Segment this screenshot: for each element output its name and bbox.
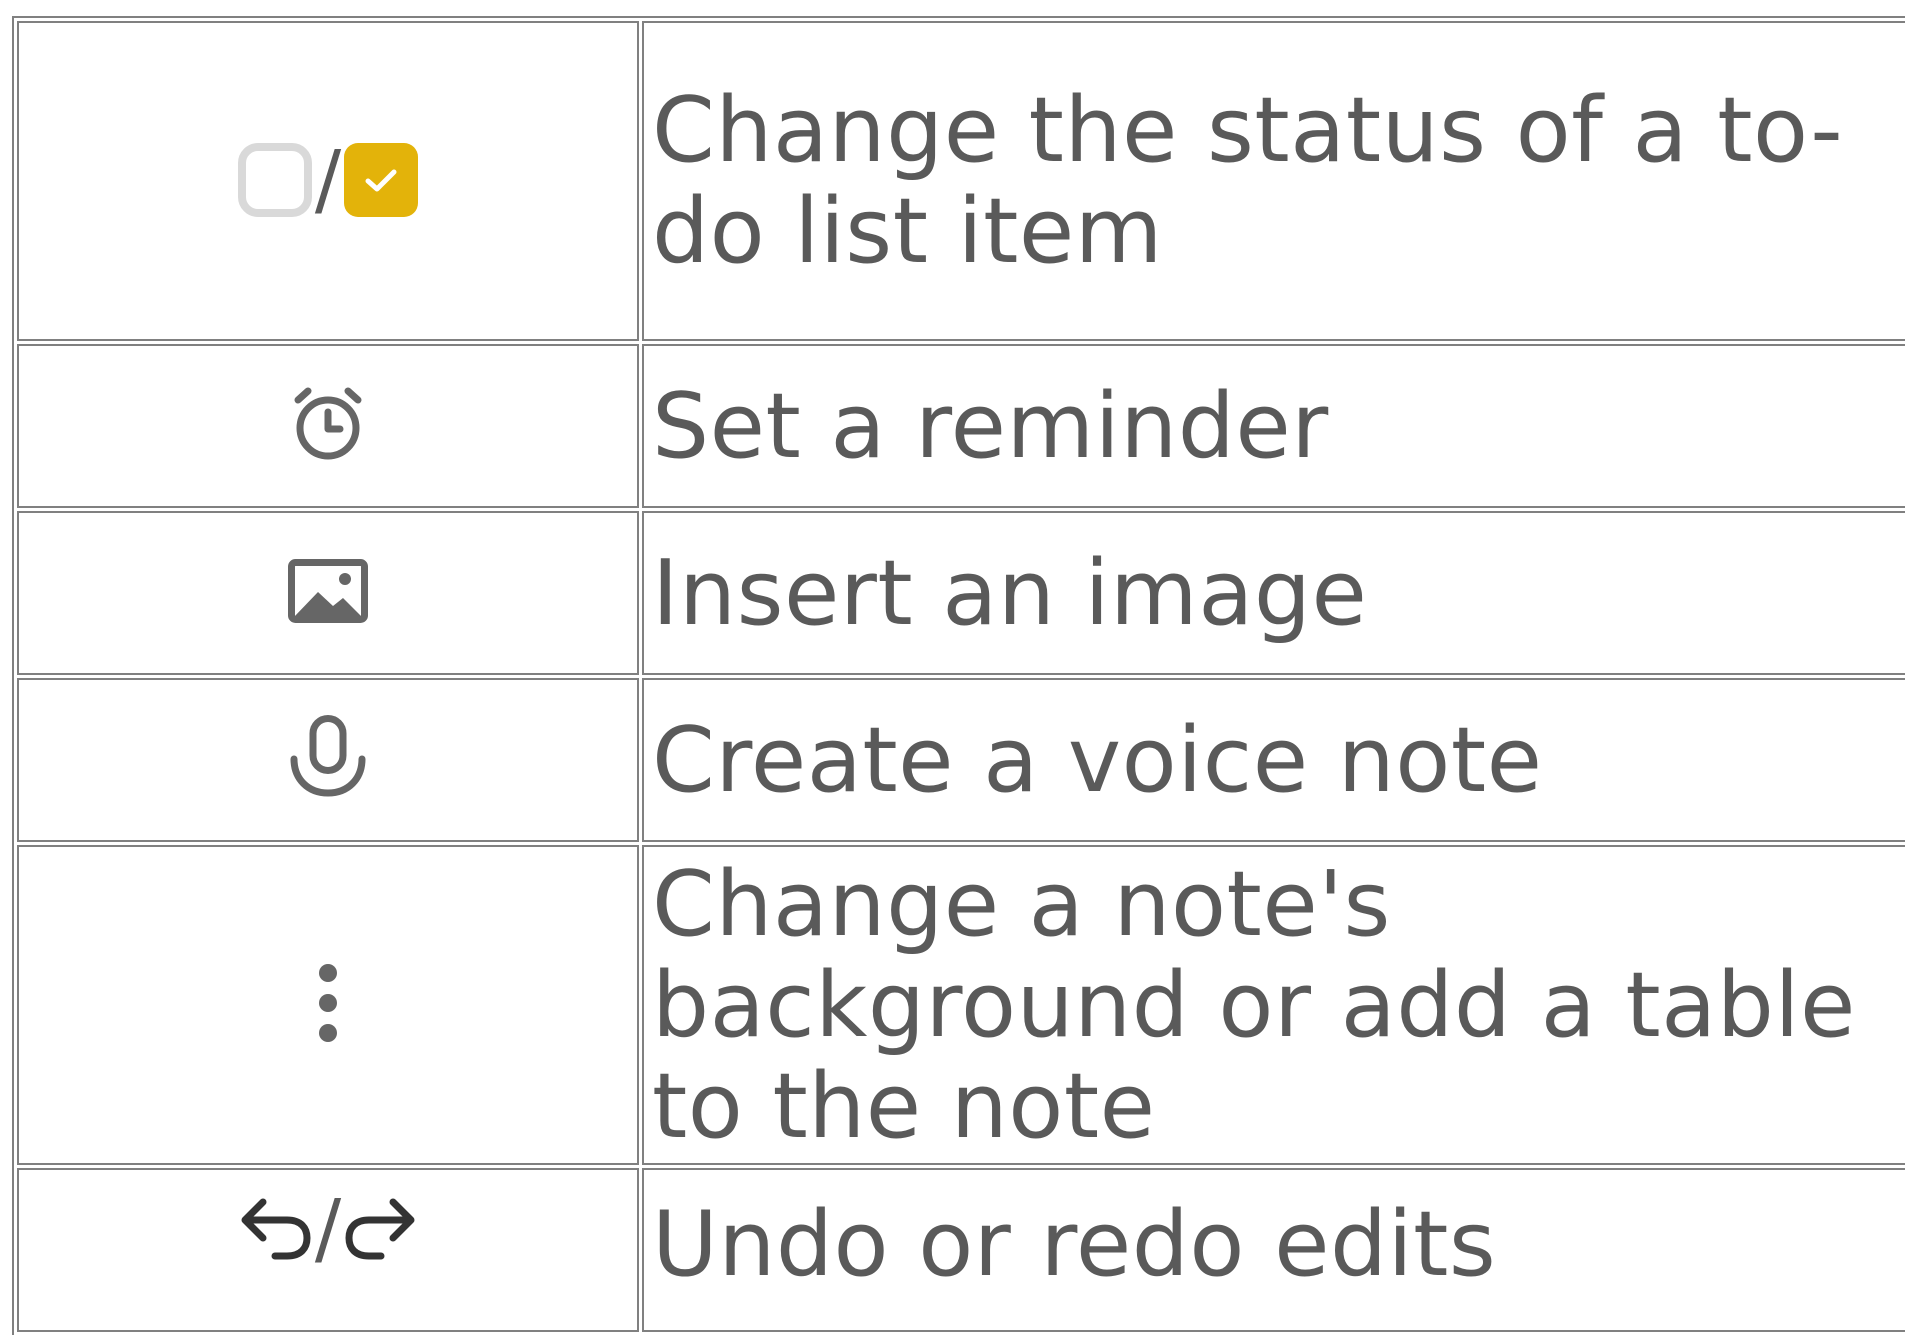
icon-cell — [17, 845, 639, 1165]
description-cell: Change a note's background or add a tabl… — [642, 845, 1905, 1165]
icon-cell — [17, 344, 639, 508]
icon-separator: / — [314, 134, 342, 225]
table-row: Insert an image — [17, 511, 1905, 675]
icon-cell: / — [17, 1168, 639, 1332]
table-row: Set a reminder — [17, 344, 1905, 508]
icon-legend-table: / Change the status of a to-do list item — [12, 16, 1905, 1335]
more-vertical-icon — [316, 963, 340, 1043]
icon-separator: / — [314, 1184, 342, 1274]
icon-cell — [17, 678, 639, 842]
table-row: Change a note's background or add a tabl… — [17, 845, 1905, 1165]
microphone-icon — [288, 715, 368, 801]
table-row: / Undo or redo edits — [17, 1168, 1905, 1332]
icon-cell — [17, 511, 639, 675]
description-cell: Create a voice note — [642, 678, 1905, 842]
image-icon — [288, 559, 368, 623]
description-cell: Undo or redo edits — [642, 1168, 1905, 1332]
icon-cell: / — [17, 21, 639, 341]
checkbox-unchecked-icon — [237, 142, 313, 218]
redo-icon — [343, 1194, 417, 1264]
checkbox-checked-icon — [343, 142, 419, 218]
undo-icon — [239, 1194, 313, 1264]
table-row: Create a voice note — [17, 678, 1905, 842]
description-cell: Change the status of a to-do list item — [642, 21, 1905, 341]
alarm-clock-icon — [288, 384, 368, 464]
table-row: / Change the status of a to-do list item — [17, 21, 1905, 341]
description-cell: Set a reminder — [642, 344, 1905, 508]
description-cell: Insert an image — [642, 511, 1905, 675]
